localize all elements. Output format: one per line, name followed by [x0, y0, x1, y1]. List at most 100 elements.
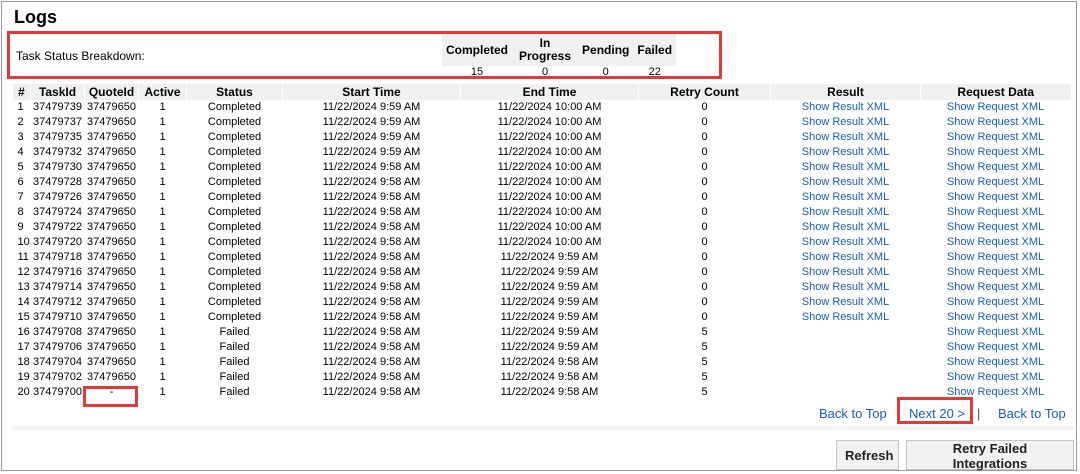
cell-result[interactable]: Show Result XML [771, 280, 921, 295]
cell-request-data[interactable]: Show Request XML [921, 145, 1071, 160]
cell-result[interactable]: Show Result XML [771, 100, 921, 115]
cell-quote-id: 37479650 [87, 266, 136, 278]
retry-failed-integrations-button[interactable]: Retry Failed Integrations [906, 440, 1074, 471]
cell-retry-count: 0 [701, 116, 708, 128]
cell-request-data[interactable]: Show Request XML [921, 220, 1071, 235]
cell-result[interactable]: Show Result XML [771, 265, 921, 280]
cell-retry-count: 0 [701, 206, 708, 218]
cell-retry-count: 0 [701, 236, 708, 248]
table-row: 13 37479714 37479650 1 Completed 11/22/2024 9… [13, 280, 1071, 295]
cell-quote-id: 37479650 [87, 101, 136, 113]
cell-end-time: 11/22/2024 10:00 AM [497, 206, 602, 218]
cell-start-time: 11/22/2024 9:58 AM [322, 206, 421, 218]
cell-result[interactable]: Show Result XML [771, 220, 921, 235]
cell-result[interactable]: Show Result XML [771, 160, 921, 175]
task-status-breakdown: Task Status Breakdown: Completed In Prog… [7, 31, 722, 79]
table-row: 20 37479700 - 1 Failed 11/22/2024 9:58 AM 11/2… [13, 385, 1071, 400]
cell-row-number: 12 [17, 266, 30, 278]
breakdown-header-failed: Failed [633, 34, 677, 66]
cell-start-time: 11/22/2024 9:58 AM [322, 191, 421, 203]
cell-request-data[interactable]: Show Request XML [921, 385, 1071, 400]
cell-active: 1 [159, 326, 166, 338]
cell-result[interactable]: Show Result XML [771, 175, 921, 190]
cell-row-number: 10 [17, 236, 30, 248]
cell-active: 1 [159, 161, 166, 173]
cell-start-time: 11/22/2024 9:59 AM [322, 101, 421, 113]
cell-row-number: 14 [17, 296, 30, 308]
cell-row-number: 6 [17, 176, 24, 188]
breakdown-table: Completed In Progress Pending Failed 15 … [442, 34, 677, 78]
back-to-top-link-2[interactable]: Back to Top [998, 406, 1066, 421]
breakdown-value-pending: 0 [602, 66, 609, 78]
cell-result[interactable]: Show Result XML [771, 295, 921, 310]
cell-active: 1 [159, 146, 166, 158]
cell-request-data[interactable]: Show Request XML [921, 190, 1071, 205]
cell-task-id: 37479722 [33, 221, 82, 233]
cell-end-time: 11/22/2024 10:00 AM [497, 101, 602, 113]
cell-start-time: 11/22/2024 9:58 AM [322, 161, 421, 173]
cell-active: 1 [159, 176, 166, 188]
cell-active: 1 [159, 191, 166, 203]
cell-result[interactable]: Show Result XML [771, 235, 921, 250]
pager: Back to Top Next 20 > | Back to Top [0, 402, 1080, 424]
cell-request-data[interactable]: Show Request XML [921, 205, 1071, 220]
cell-active: 1 [159, 281, 166, 293]
cell-task-id: 37479735 [33, 131, 82, 143]
cell-request-data[interactable]: Show Request XML [921, 370, 1071, 385]
logs-table: # TaskId QuoteId Active Status Start Tim… [12, 84, 1071, 400]
back-to-top-link[interactable]: Back to Top [819, 406, 887, 421]
cell-result[interactable]: Show Result XML [771, 205, 921, 220]
cell-task-id: 37479700 [33, 386, 82, 398]
cell-row-number: 3 [17, 131, 24, 143]
cell-quote-id: 37479650 [87, 146, 136, 158]
cell-result[interactable]: Show Result XML [771, 130, 921, 145]
cell-request-data[interactable]: Show Request XML [921, 115, 1071, 130]
breakdown-value-completed: 15 [470, 66, 484, 78]
cell-request-data[interactable]: Show Request XML [921, 355, 1071, 370]
cell-result [771, 370, 921, 385]
cell-request-data[interactable]: Show Request XML [921, 280, 1071, 295]
cell-request-data[interactable]: Show Request XML [921, 340, 1071, 355]
cell-retry-count: 0 [701, 266, 708, 278]
cell-request-data[interactable]: Show Request XML [921, 310, 1071, 325]
cell-request-data[interactable]: Show Request XML [921, 325, 1071, 340]
cell-status: Failed [219, 341, 250, 353]
cell-task-id: 37479720 [33, 236, 82, 248]
cell-request-data[interactable]: Show Request XML [921, 250, 1071, 265]
cell-request-data[interactable]: Show Request XML [921, 295, 1071, 310]
cell-task-id: 37479739 [33, 101, 82, 113]
cell-request-data[interactable]: Show Request XML [921, 235, 1071, 250]
cell-start-time: 11/22/2024 9:58 AM [322, 176, 421, 188]
cell-request-data[interactable]: Show Request XML [921, 175, 1071, 190]
cell-result[interactable]: Show Result XML [771, 115, 921, 130]
cell-row-number: 5 [17, 161, 24, 173]
refresh-button[interactable]: Refresh [836, 440, 899, 470]
cell-active: 1 [159, 116, 166, 128]
cell-result[interactable]: Show Result XML [771, 250, 921, 265]
cell-start-time: 11/22/2024 9:58 AM [322, 386, 421, 398]
pager-separator: | [977, 406, 981, 421]
cell-active: 1 [159, 221, 166, 233]
cell-result[interactable]: Show Result XML [771, 190, 921, 205]
cell-task-id: 37479702 [33, 371, 82, 383]
cell-request-data[interactable]: Show Request XML [921, 160, 1071, 175]
cell-status: Completed [207, 221, 262, 233]
cell-result [771, 325, 921, 340]
cell-active: 1 [159, 341, 166, 353]
cell-end-time: 11/22/2024 10:00 AM [497, 176, 602, 188]
cell-quote-id: 37479650 [87, 251, 136, 263]
cell-start-time: 11/22/2024 9:58 AM [322, 296, 421, 308]
column-header-taskid: TaskId [30, 84, 85, 100]
cell-request-data[interactable]: Show Request XML [921, 130, 1071, 145]
table-row: 7 37479726 37479650 1 Completed 11/22/2024 9:… [13, 190, 1071, 205]
cell-request-data[interactable]: Show Request XML [921, 100, 1071, 115]
cell-status: Completed [207, 131, 262, 143]
cell-result[interactable]: Show Result XML [771, 310, 921, 325]
cell-request-data[interactable]: Show Request XML [921, 265, 1071, 280]
cell-status: Completed [207, 116, 262, 128]
next-20-link[interactable]: Next 20 > [909, 406, 965, 421]
cell-quote-id: 37479650 [87, 191, 136, 203]
cell-status: Completed [207, 146, 262, 158]
cell-status: Failed [219, 386, 250, 398]
cell-result[interactable]: Show Result XML [771, 145, 921, 160]
